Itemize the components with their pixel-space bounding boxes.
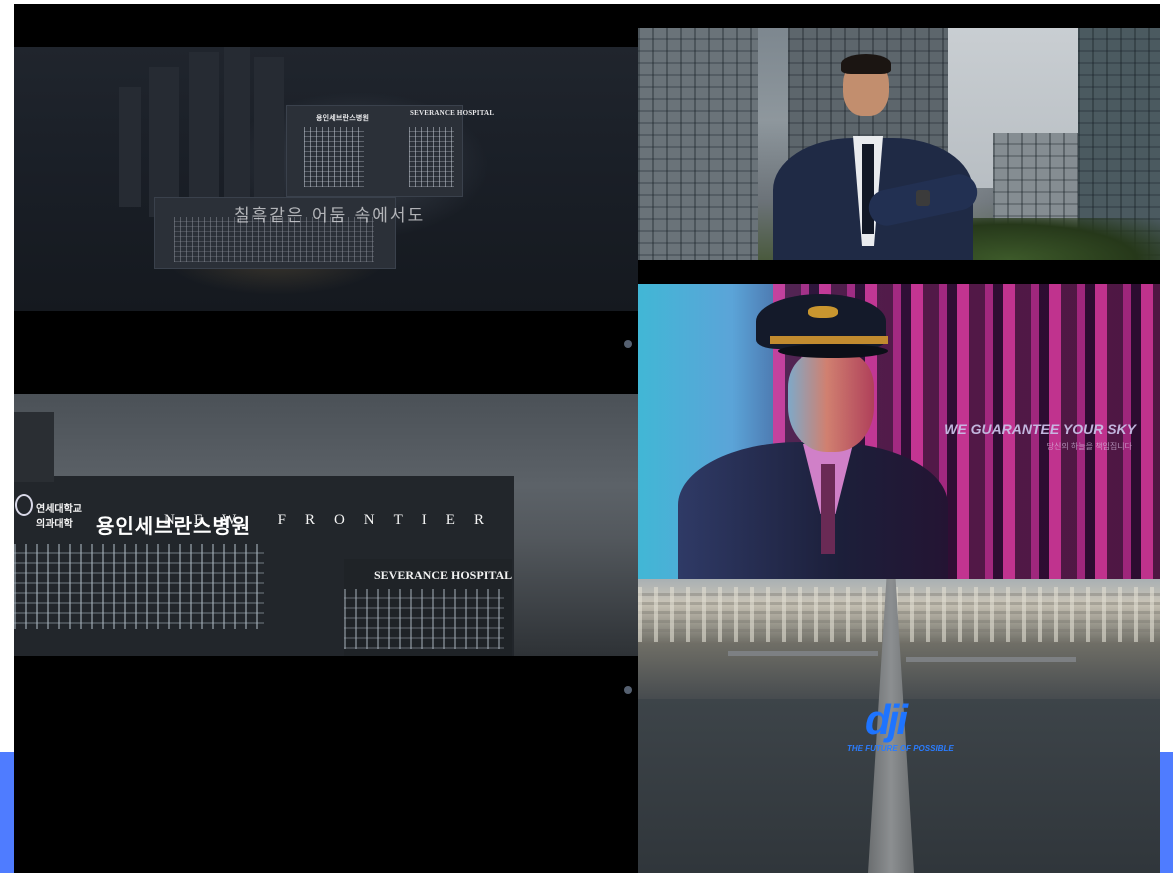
video-frame-severance-night[interactable]: 용인세브란스병원 SEVERANCE HOSPITAL 칠흑같은 어둠 속에서도 (14, 47, 638, 311)
building-tower (14, 412, 54, 482)
video-frame-pilot[interactable]: WE GUARANTEE YOUR SKY 당신의 하늘을 책임집니다 (638, 284, 1160, 579)
carousel-dot[interactable] (624, 686, 632, 694)
carousel-dot[interactable] (624, 340, 632, 348)
windows (14, 544, 264, 629)
university-emblem-icon (15, 494, 33, 516)
accent-bar-right (1160, 752, 1173, 873)
college-name: 의과대학 (36, 519, 73, 530)
hospital-sign-en: SEVERANCE HOSPITAL (374, 568, 513, 582)
watch-icon (916, 190, 930, 206)
left-column: 용인세브란스병원 SEVERANCE HOSPITAL 칠흑같은 어둠 속에서도… (14, 4, 638, 873)
sign-ko: 용인세브란스병원 (316, 115, 370, 122)
dji-logo: dji (865, 696, 908, 743)
tagline-ko: 당신의 하늘을 책임집니다 (1046, 442, 1132, 451)
windows (409, 127, 454, 187)
pilot-figure (678, 294, 948, 579)
accent-bar-left (0, 752, 14, 873)
sign-en: SEVERANCE HOSPITAL (410, 109, 495, 117)
video-frame-businessman[interactable] (638, 28, 1160, 260)
dji-tagline: THE FUTURE OF POSSIBLE (847, 744, 954, 753)
businessman-figure (768, 54, 981, 260)
tie (862, 144, 874, 234)
video-frame-severance-day[interactable]: 연세대학교 의과대학 용인세브란스병원 SEVERANCE HOSPITAL N… (14, 394, 638, 656)
wings-badge-icon (808, 306, 838, 318)
overpass (906, 657, 1076, 662)
video-subtitle: 칠흑같은 어둠 속에서도 (234, 206, 426, 226)
university-name: 연세대학교 (36, 504, 82, 515)
windows (344, 589, 504, 649)
cap-band (770, 336, 888, 344)
tower (149, 67, 179, 217)
tagline-en: WE GUARANTEE YOUR SKY (944, 421, 1136, 437)
tagline: NEW FRONTIER (164, 512, 503, 528)
windows (304, 127, 364, 187)
tower (189, 52, 219, 217)
tower (254, 57, 284, 217)
tower (224, 47, 250, 222)
hair (841, 54, 891, 74)
face (788, 352, 874, 452)
tower (119, 87, 141, 207)
video-frame-dji-bridge[interactable]: dji THE FUTURE OF POSSIBLE (638, 579, 1160, 873)
glass-building (638, 28, 758, 260)
tie (821, 464, 835, 554)
overpass (728, 651, 878, 656)
right-column: WE GUARANTEE YOUR SKY 당신의 하늘을 책임집니다 dji … (638, 4, 1160, 873)
cap-visor (778, 344, 888, 358)
